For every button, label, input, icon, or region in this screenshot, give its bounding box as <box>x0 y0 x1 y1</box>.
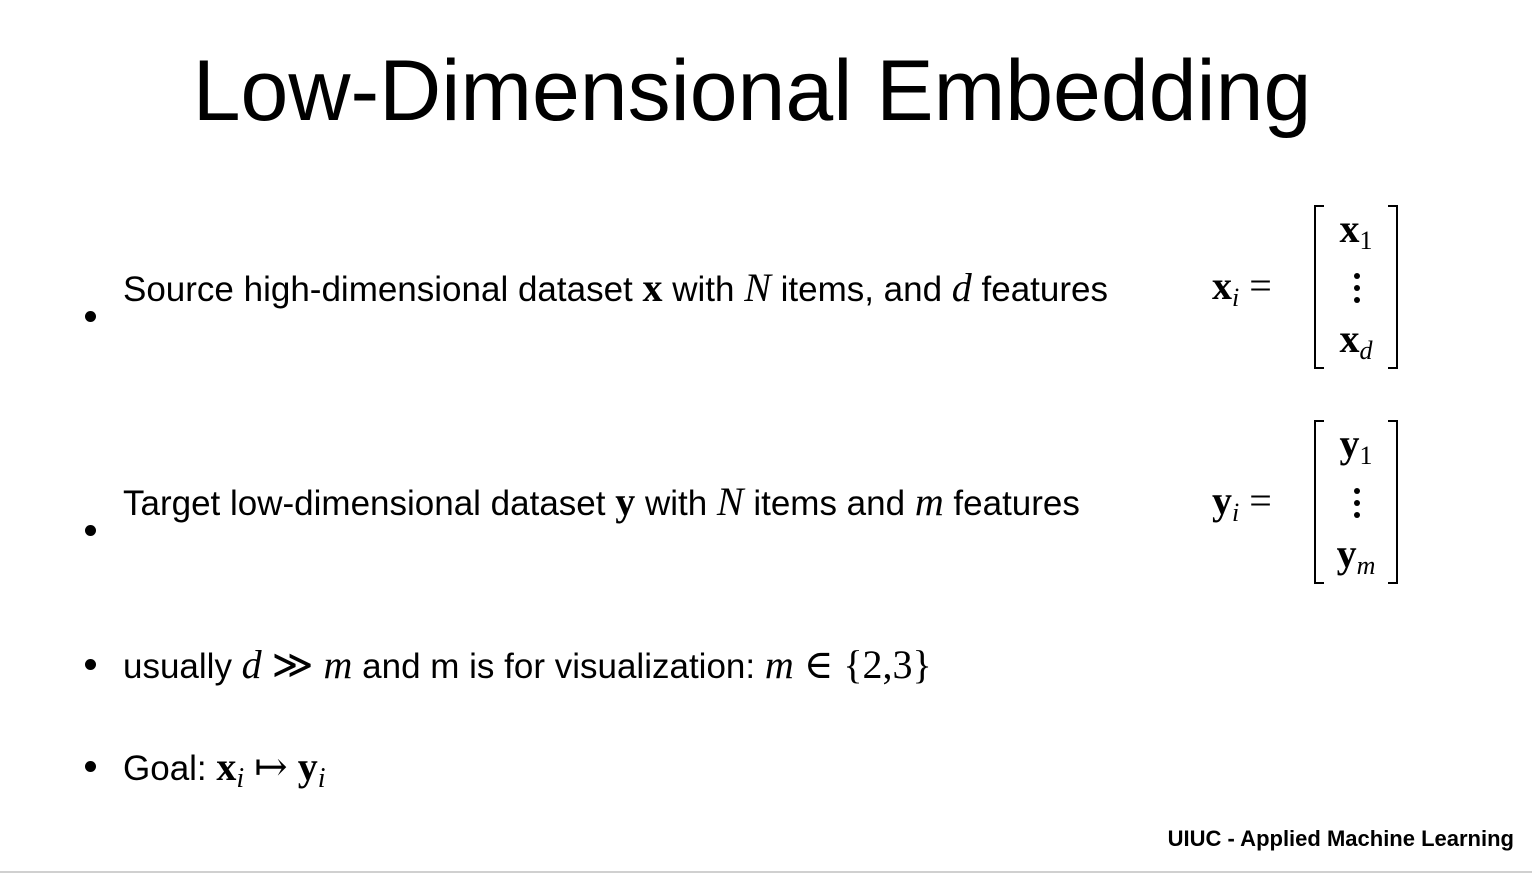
math-sub: i <box>1232 498 1240 527</box>
math-var: d <box>241 642 262 687</box>
slide-title: Low-Dimensional Embedding <box>192 43 1312 139</box>
equation-lhs-y: yi = <box>1212 478 1272 526</box>
math-var: y <box>1212 478 1232 523</box>
text: with <box>662 270 745 309</box>
text: usually <box>123 647 242 686</box>
math-op: ↦ <box>244 744 298 789</box>
bullet-dot <box>85 525 96 536</box>
text: Source high-dimensional dataset <box>123 270 643 309</box>
math-var: x <box>1212 263 1232 308</box>
math-var: x <box>1339 316 1360 361</box>
math-var: x <box>216 744 237 789</box>
matrix-bottom: xd <box>1314 316 1398 364</box>
matrix-y: y1 ym <box>1314 420 1398 584</box>
math-var: y <box>1336 531 1357 576</box>
math-set: ∈ {2,3} <box>793 642 932 687</box>
bullet-usually: usually d ≫ m and m is for visualization… <box>123 645 932 685</box>
equation-lhs-x: xi = <box>1212 263 1272 311</box>
math-sub: 1 <box>1359 226 1373 255</box>
bullet-target-dataset: Target low-dimensional dataset y with N … <box>123 482 1080 522</box>
math-var: m <box>323 642 353 687</box>
equals: = <box>1249 478 1272 523</box>
bullet-dot <box>85 311 96 322</box>
text: with <box>635 484 717 523</box>
vertical-ellipsis <box>1354 273 1360 309</box>
matrix-top: x1 <box>1314 206 1398 254</box>
math-var: N <box>744 265 771 310</box>
matrix-bottom: ym <box>1314 531 1398 579</box>
math-sub: d <box>1359 336 1373 365</box>
math-var: m <box>764 642 794 687</box>
math-var: y <box>615 479 636 524</box>
math-sub: 1 <box>1359 441 1373 470</box>
bullet-dot <box>85 761 96 772</box>
text: Goal: <box>123 749 217 788</box>
text: and m is for visualization: <box>352 647 765 686</box>
math-var: x <box>642 265 663 310</box>
math-sub: i <box>317 763 326 794</box>
matrix-top: y1 <box>1314 421 1398 469</box>
bullet-goal: Goal: xi ↦ yi <box>123 744 325 793</box>
text: features <box>971 270 1108 309</box>
math-var: y <box>297 744 318 789</box>
bullet-source-dataset: Source high-dimensional dataset x with N… <box>123 268 1108 308</box>
matrix-x: x1 xd <box>1314 205 1398 369</box>
math-var: y <box>1339 421 1360 466</box>
math-var: N <box>716 479 744 524</box>
math-sub: i <box>1232 283 1240 312</box>
math-var: m <box>914 479 944 524</box>
equals: = <box>1249 263 1272 308</box>
footer-course-label: UIUC - Applied Machine Learning <box>1167 826 1514 851</box>
bullet-dot <box>85 659 96 670</box>
math-var: x <box>1339 206 1360 251</box>
math-op: ≫ <box>261 642 324 687</box>
text: Target low-dimensional dataset <box>123 484 616 523</box>
math-sub: i <box>236 763 245 794</box>
text: features <box>943 484 1080 523</box>
bottom-divider <box>0 871 1532 873</box>
vertical-ellipsis <box>1354 488 1360 524</box>
math-var: d <box>951 265 972 310</box>
text: items, and <box>770 270 952 309</box>
math-sub: m <box>1356 551 1376 580</box>
text: items and <box>743 484 915 523</box>
